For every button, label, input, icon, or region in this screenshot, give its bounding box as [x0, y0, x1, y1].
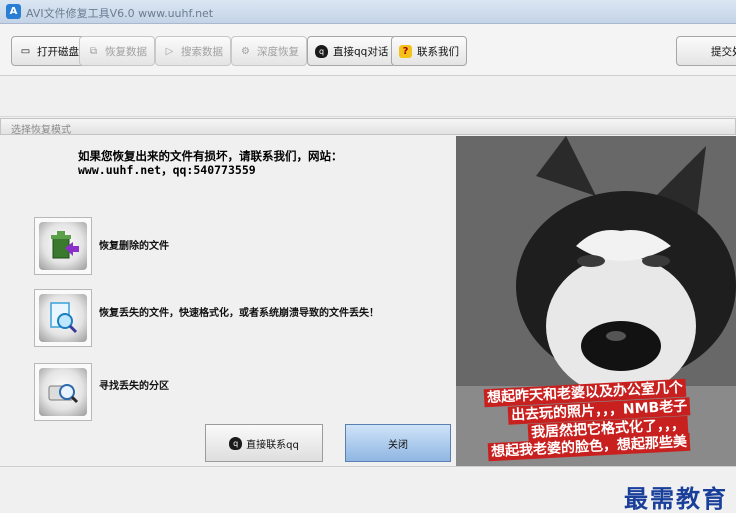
contact-us-button[interactable]: ? 联系我们 [391, 36, 467, 66]
toolbar-spacer [0, 77, 736, 117]
question-icon: ? [399, 44, 412, 58]
qq-icon: q [229, 436, 243, 450]
notice-text: 如果您恢复出来的文件有损坏，请联系我们，网站：www.uuhf.net，qq:5… [78, 149, 343, 177]
contact-qq-label: 直接联系qq [246, 439, 299, 451]
disk-icon: ▭ [20, 45, 31, 57]
open-disk-button[interactable]: ▭ 打开磁盘 [11, 36, 87, 66]
partition-search-icon [39, 368, 87, 416]
search-data-icon: ▷ [165, 45, 174, 57]
close-button[interactable]: 关闭 [345, 424, 451, 462]
search-data-label: 搜索数据 [181, 45, 223, 58]
husky-photo: 想起昨天和老婆以及办公室几个 出去玩的照片，，，NMB老子 我居然把它格式化了，… [456, 136, 736, 466]
restore-deleted-button[interactable] [34, 217, 92, 275]
restore-lost-label: 恢复丢失的文件，快速格式化，或者系统崩溃导致的文件丢失！ [99, 308, 379, 319]
watermark: 最需教育 [624, 484, 728, 513]
deep-restore-icon: ⚙ [241, 45, 250, 57]
contact-qq-button[interactable]: q 直接联系qq [205, 424, 323, 462]
deep-restore-label: 深度恢复 [257, 45, 299, 58]
window-title: AVI文件修复工具V6.0 www.uuhf.net [26, 7, 214, 20]
submit-label: 提交处 [711, 45, 736, 58]
qq-chat-button[interactable]: q 直接qq对话 [307, 36, 397, 66]
close-label: 关闭 [388, 439, 408, 451]
recovery-mode-panel: 如果您恢复出来的文件有损坏，请联系我们，网站：www.uuhf.net，qq:5… [2, 136, 455, 466]
open-disk-label: 打开磁盘 [37, 45, 79, 58]
deep-restore-button[interactable]: ⚙ 深度恢复 [231, 36, 307, 66]
title-bar: A AVI文件修复工具V6.0 www.uuhf.net [0, 0, 736, 24]
find-partition-button[interactable] [34, 363, 92, 421]
app-icon: A [6, 4, 21, 19]
submit-button[interactable]: 提交处 [676, 36, 736, 66]
panel-title: 选择恢复模式 [11, 125, 71, 136]
qq-icon: q [315, 44, 328, 58]
restore-deleted-label: 恢复删除的文件 [99, 241, 169, 252]
qq-chat-label: 直接qq对话 [333, 45, 389, 58]
magnifier-document-icon [39, 294, 87, 342]
restore-data-label: 恢复数据 [105, 45, 147, 58]
contact-us-label: 联系我们 [417, 45, 459, 58]
restore-data-button[interactable]: ⧉ 恢复数据 [79, 36, 155, 66]
restore-lost-button[interactable] [34, 289, 92, 347]
search-data-button[interactable]: ▷ 搜索数据 [155, 36, 231, 66]
restore-icon: ⧉ [89, 45, 98, 57]
toolbar: ▭ 打开磁盘 ⧉ 恢复数据 ▷ 搜索数据 ⚙ 深度恢复 q 直接qq对话 ? 联… [0, 24, 736, 76]
panel-header: 选择恢复模式 [0, 118, 736, 136]
find-partition-label: 寻找丢失的分区 [99, 381, 169, 392]
recycle-bin-icon [39, 222, 87, 270]
